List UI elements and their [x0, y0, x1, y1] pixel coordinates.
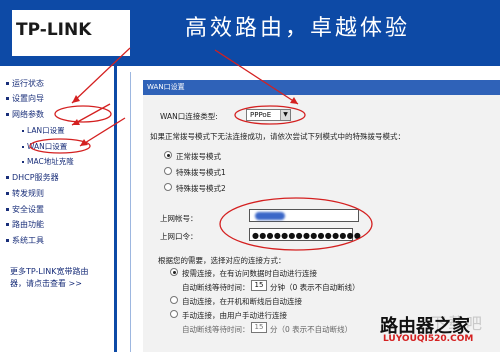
annotation-arrow-4 — [214, 49, 299, 105]
watermark-url: LUYOUQI520.COM — [383, 334, 474, 344]
annotation-ellipse-select — [234, 105, 306, 125]
annotation-ellipse-credentials — [219, 197, 373, 251]
annotation-arrowhead-4 — [290, 97, 298, 104]
annotation-arrow-1 — [71, 47, 131, 104]
annotation-arrows — [29, 47, 373, 251]
